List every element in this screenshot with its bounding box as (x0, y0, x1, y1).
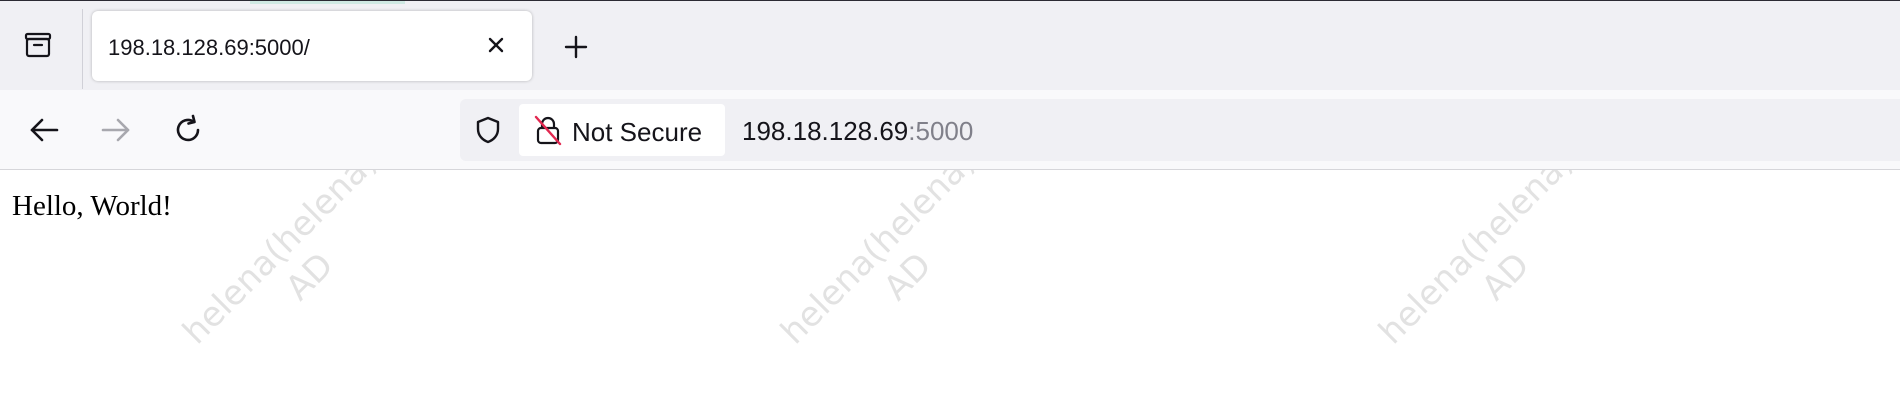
watermark-line-1: helena(helena) (1371, 170, 1582, 353)
url-text[interactable]: 198.18.128.69:5000 (742, 116, 973, 147)
watermark: helena(helena) AD (138, 170, 452, 418)
navigation-toolbar: Not Secure 198.18.128.69:5000 (0, 90, 1900, 170)
watermark-line-2: AD (1474, 245, 1538, 309)
shield-icon (476, 116, 500, 144)
url-host: 198.18.128.69 (742, 116, 909, 146)
not-secure-label: Not Secure (572, 117, 703, 147)
lock-slash-icon (534, 115, 562, 146)
plus-icon (564, 35, 588, 59)
tab-active[interactable]: 198.18.128.69:5000/ (92, 11, 532, 81)
tab-strip: 198.18.128.69:5000/ (0, 0, 1900, 90)
back-button[interactable] (22, 108, 66, 152)
reload-icon (176, 114, 200, 142)
close-icon (488, 37, 504, 53)
page-body-text: Hello, World! (12, 190, 172, 222)
arrow-left-icon (30, 118, 59, 142)
tab-manager-button[interactable] (14, 27, 62, 67)
watermark-line-2: AD (876, 245, 940, 309)
reload-button[interactable] (166, 108, 210, 152)
site-security-indicator[interactable]: Not Secure (519, 104, 725, 156)
forward-button[interactable] (94, 108, 138, 152)
watermark: helena(helena) AD (736, 170, 1050, 418)
tracking-protection-button[interactable] (472, 114, 504, 146)
tab-title: 198.18.128.69:5000/ (108, 35, 310, 60)
watermark-line-1: helena(helena) (175, 170, 386, 353)
watermark-line-2: AD (278, 245, 342, 309)
page-content: Hello, World! helena(helena) AD helena(h… (0, 170, 1900, 418)
url-port: :5000 (908, 116, 974, 146)
tab-close-button[interactable] (480, 29, 512, 61)
arrow-right-icon (101, 118, 130, 142)
tab-manager-icon (22, 29, 54, 66)
new-tab-button[interactable] (556, 27, 596, 67)
tabstrip-accent (250, 1, 405, 4)
watermark-line-1: helena(helena) (773, 170, 984, 353)
address-bar[interactable]: Not Secure 198.18.128.69:5000 (460, 99, 1900, 161)
watermark: helena(helena) AD (1334, 170, 1648, 418)
tabstrip-divider (82, 9, 83, 89)
